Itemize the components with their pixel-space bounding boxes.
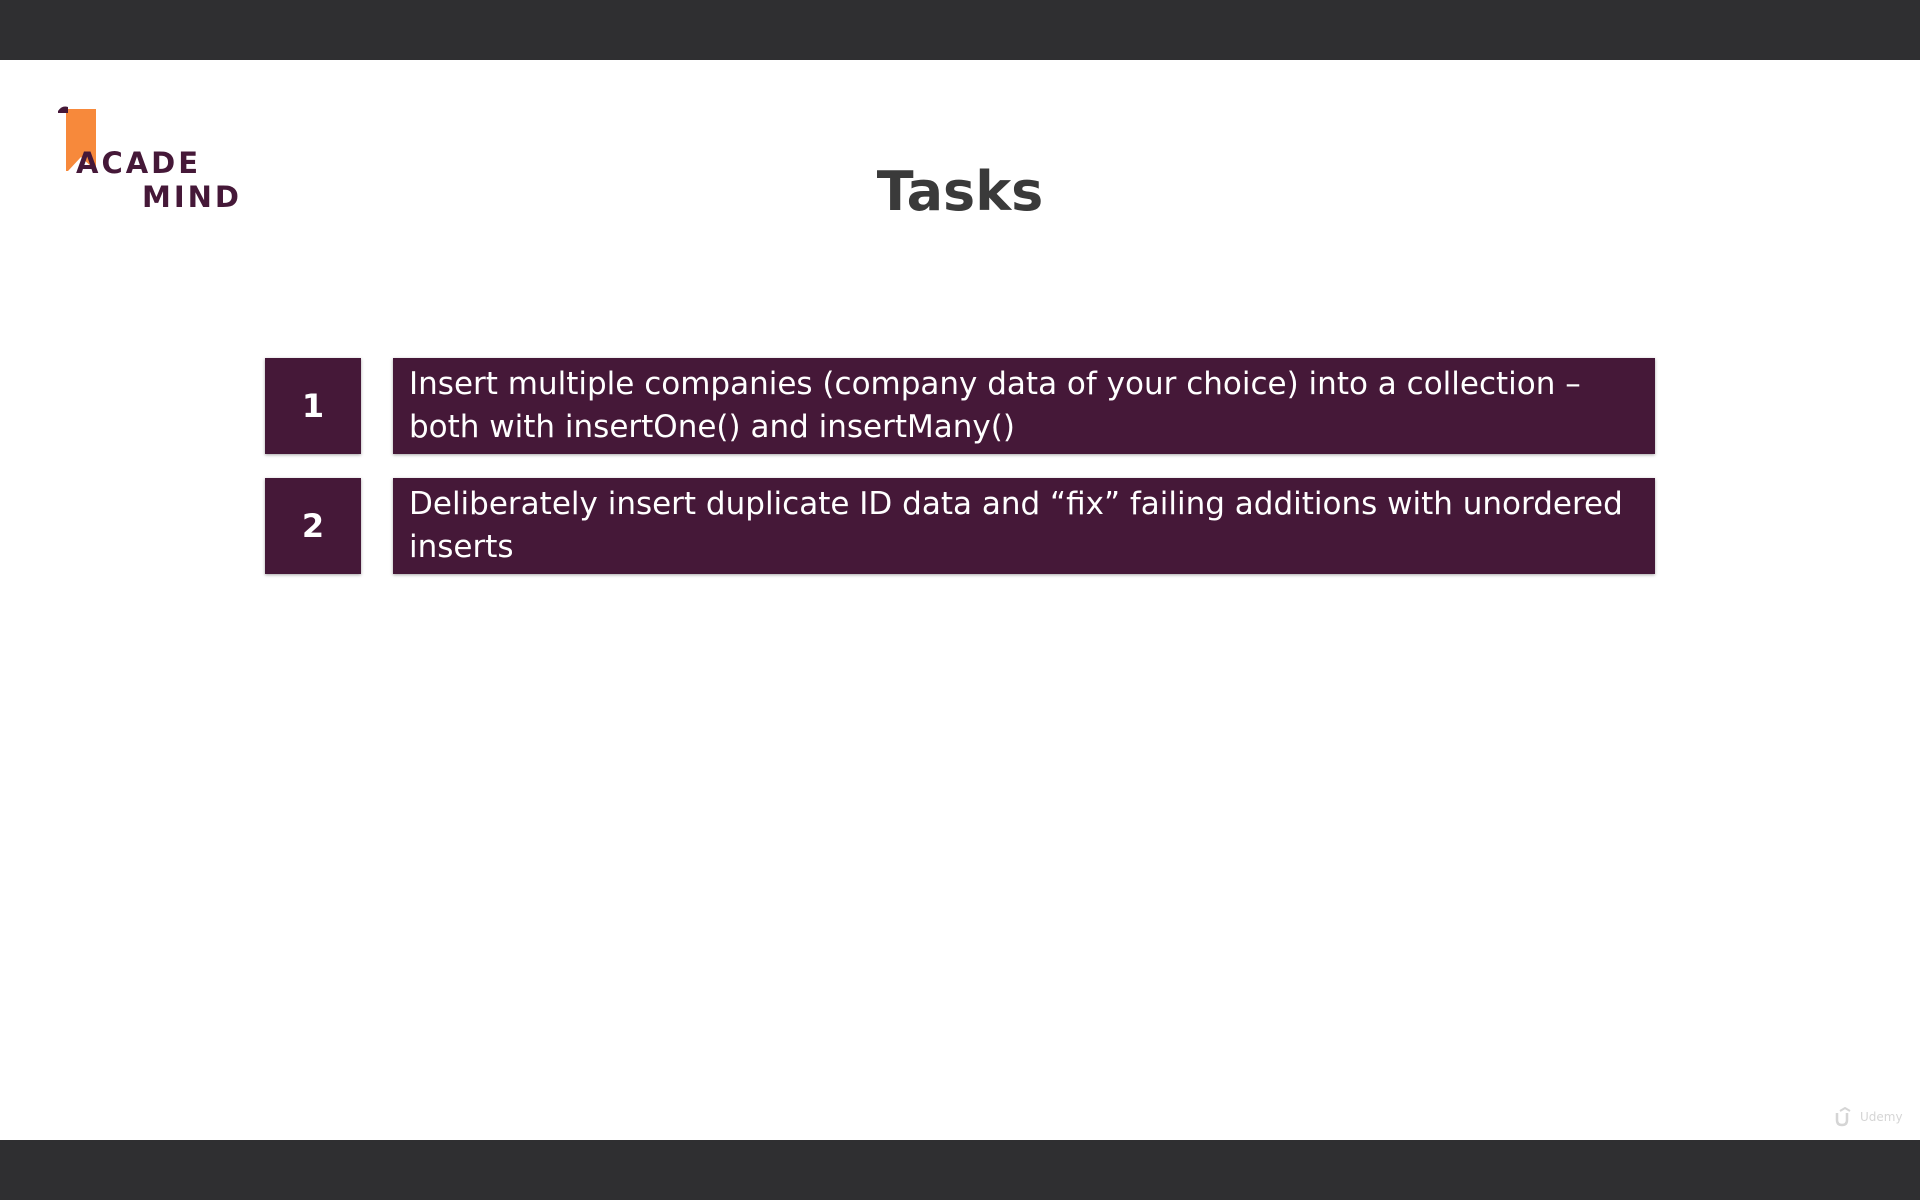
watermark-text: Udemy <box>1860 1110 1903 1124</box>
udemy-logo-icon <box>1835 1107 1851 1127</box>
task-row: 1 Insert multiple companies (company dat… <box>265 358 1655 454</box>
video-bottom-bar <box>0 1140 1920 1200</box>
task-list: 1 Insert multiple companies (company dat… <box>265 358 1655 598</box>
task-row: 2 Deliberately insert duplicate ID data … <box>265 478 1655 574</box>
task-description: Deliberately insert duplicate ID data an… <box>393 478 1655 574</box>
slide: ACADE MIND Tasks 1 Insert multiple compa… <box>0 60 1920 1140</box>
task-number: 2 <box>265 478 361 574</box>
task-number: 1 <box>265 358 361 454</box>
video-top-bar <box>0 0 1920 60</box>
task-description: Insert multiple companies (company data … <box>393 358 1655 454</box>
udemy-watermark: Udemy <box>1834 1105 1914 1129</box>
slide-title: Tasks <box>876 160 1044 223</box>
